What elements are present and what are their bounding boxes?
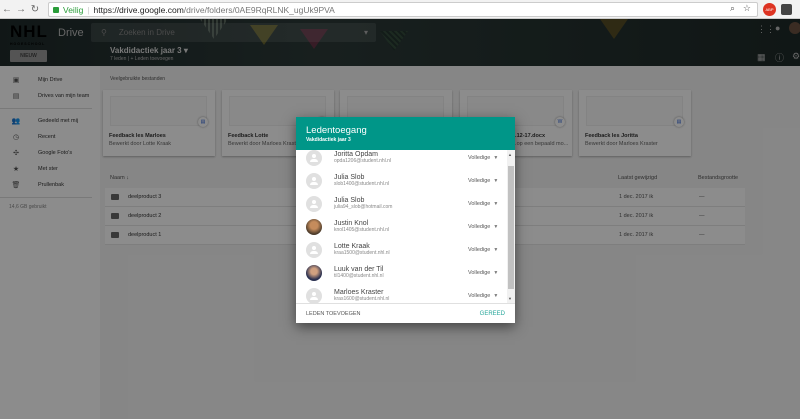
avatar <box>306 218 322 235</box>
role-dropdown[interactable]: Volledige ▼ <box>468 201 498 207</box>
dialog-title: Ledentoegang <box>306 125 367 136</box>
address-bar[interactable]: Veilig | https://drive.google.com/drive/… <box>48 2 758 17</box>
scroll-down-icon[interactable]: ▼ <box>508 296 512 301</box>
member-row: Joritta Opdam opda1206@student.nhl.nl Voll… <box>296 150 515 169</box>
chevron-down-icon: ▼ <box>493 177 499 184</box>
chevron-down-icon: ▼ <box>493 154 499 161</box>
scrollbar[interactable]: ▲ ▼ <box>507 150 515 303</box>
avatar <box>306 241 322 258</box>
adblock-icon[interactable]: ABP <box>763 3 776 16</box>
chevron-down-icon: ▼ <box>493 246 499 253</box>
avatar <box>306 172 322 189</box>
member-row: Julia Slob julia94_slob@hotmail.com Volled… <box>296 192 515 215</box>
add-members-button[interactable]: LEDEN TOEVOEGEN <box>306 311 361 317</box>
role-dropdown[interactable]: Volledige ▼ <box>468 293 498 299</box>
member-row: Julia Slob slob1400@student.nhl.nl Volledi… <box>296 169 515 192</box>
chevron-down-icon: ▼ <box>493 269 499 276</box>
star-icon[interactable]: ☆ <box>743 3 751 14</box>
member-row: Marloes Kraster kras1600@student.nhl.nl Vo… <box>296 284 515 303</box>
back-icon[interactable]: ← <box>0 4 14 15</box>
role-dropdown[interactable]: Volledige ▼ <box>468 247 498 253</box>
role-dropdown[interactable]: Volledige ▼ <box>468 155 498 161</box>
browser-toolbar: ← → ↻ Veilig | https://drive.google.com /… <box>0 0 800 19</box>
role-dropdown[interactable]: Volledige ▼ <box>468 270 498 276</box>
avatar <box>306 264 322 281</box>
member-access-dialog: Ledentoegang Vakdidactiek jaar 3 Joritta… <box>296 117 515 323</box>
member-list: Joritta Opdam opda1206@student.nhl.nl Voll… <box>296 150 515 303</box>
scroll-up-icon[interactable]: ▲ <box>508 152 512 157</box>
reload-icon[interactable]: ↻ <box>28 4 42 15</box>
scrollbar-thumb[interactable] <box>508 166 514 289</box>
secure-label: Veilig <box>63 4 84 15</box>
member-row: Justin Knol knol1405@student.nhl.nl Volled… <box>296 215 515 238</box>
chevron-down-icon: ▼ <box>493 200 499 207</box>
url-path: /drive/folders/0AE9RqRLNK_ugUk9PVA <box>183 4 335 15</box>
dialog-subtitle: Vakdidactiek jaar 3 <box>306 137 351 143</box>
extension-icon[interactable] <box>781 4 792 15</box>
role-dropdown[interactable]: Volledige ▼ <box>468 224 498 230</box>
chevron-down-icon: ▼ <box>493 223 499 230</box>
url-host: https://drive.google.com <box>93 4 184 15</box>
forward-icon[interactable]: → <box>14 4 28 15</box>
member-row: Lotte Kraak kraa1500@student.nhl.nl Volled… <box>296 238 515 261</box>
zoom-icon[interactable]: ⌕ <box>730 3 735 14</box>
avatar <box>306 150 322 166</box>
lock-icon <box>53 6 59 13</box>
member-row: Luuk van der Til til1400@student.nhl.nl Vo… <box>296 261 515 284</box>
chevron-down-icon: ▼ <box>493 292 499 299</box>
avatar <box>306 287 322 303</box>
role-dropdown[interactable]: Volledige ▼ <box>468 178 498 184</box>
avatar <box>306 195 322 212</box>
done-button[interactable]: GEREED <box>480 311 505 317</box>
